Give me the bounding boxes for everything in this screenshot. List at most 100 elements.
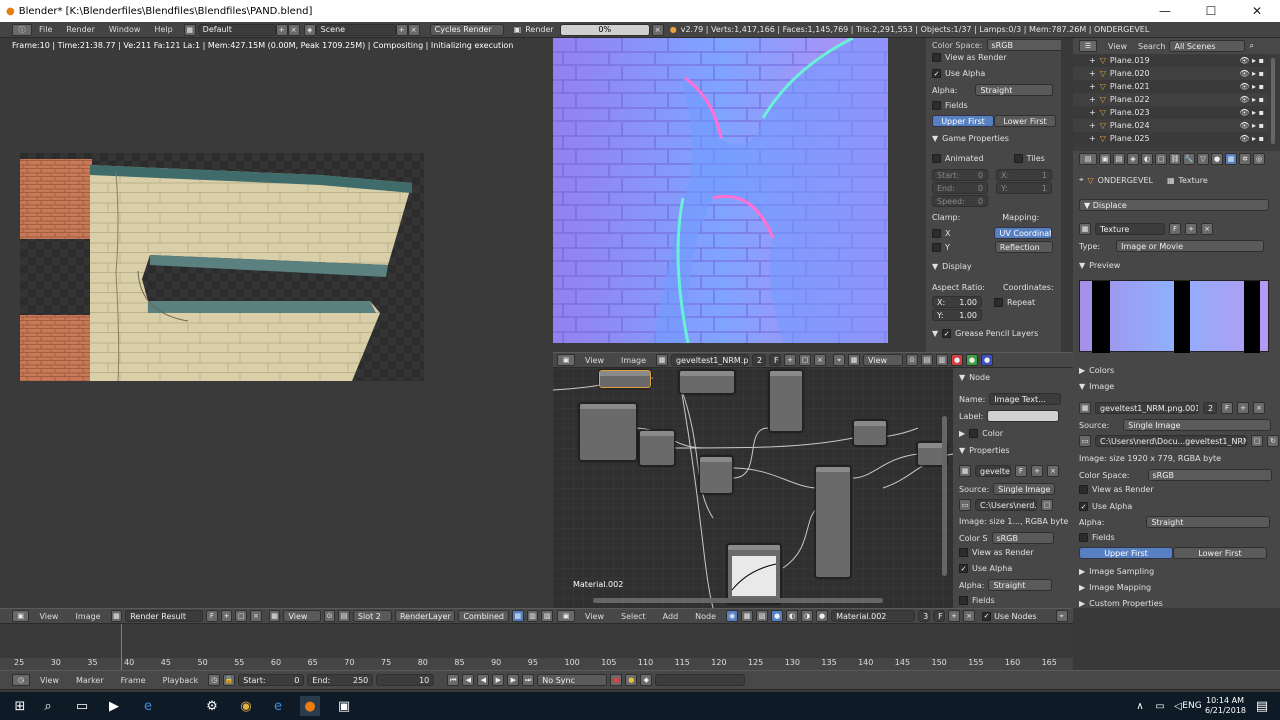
fields-checkbox[interactable]: [932, 101, 941, 110]
expand-arrow-icon[interactable]: ▶: [1079, 583, 1085, 592]
display-mode-select[interactable]: All Scenes: [1169, 40, 1246, 52]
unlink-image-icon[interactable]: ×: [1253, 402, 1265, 414]
fields-checkbox[interactable]: [1079, 533, 1088, 542]
image-name-field[interactable]: geveltest1_NRM.png.001: [1095, 402, 1199, 414]
end-field[interactable]: End: 0: [932, 182, 988, 194]
outliner-item[interactable]: + ▽ Plane.019 👁 ▸ ▪: [1073, 54, 1268, 67]
layout-grid-icon[interactable]: ▦: [183, 23, 196, 36]
edge-icon[interactable]: e: [138, 696, 158, 716]
jump-end-icon[interactable]: ⏭: [522, 674, 535, 686]
search-icon[interactable]: ⌕: [1249, 41, 1253, 51]
color-space-select[interactable]: sRGB: [986, 39, 1061, 51]
material-name-field[interactable]: Material.002: [831, 610, 916, 622]
start-frame-field[interactable]: Start: 0: [238, 674, 305, 686]
menu-window[interactable]: Window: [102, 25, 148, 34]
z-buffer-icon[interactable]: ▧: [541, 610, 554, 622]
fake-user-button[interactable]: F: [1169, 223, 1181, 235]
keying-set-field[interactable]: [655, 674, 746, 686]
alpha-icon[interactable]: ▥: [526, 610, 539, 622]
object-tab-icon[interactable]: ▢: [1155, 153, 1167, 165]
settings-icon[interactable]: ⚙: [202, 696, 222, 716]
expand-arrow-icon[interactable]: ▶: [1079, 366, 1085, 375]
tiles-checkbox[interactable]: [1013, 154, 1023, 163]
outliner-item[interactable]: + ▽ Plane.022 👁 ▸ ▪: [1073, 93, 1268, 106]
visibility-icons[interactable]: 👁 ▸ ▪: [1239, 134, 1264, 143]
record-icon[interactable]: ●: [610, 674, 623, 686]
shader-nodes-icon[interactable]: ◉: [726, 610, 739, 622]
tiles-x-field[interactable]: X: 1: [996, 169, 1052, 181]
render-tab-icon[interactable]: ▣: [1099, 153, 1111, 165]
layout-selector[interactable]: Default: [197, 23, 276, 36]
speed-field[interactable]: Speed: 0: [932, 195, 988, 207]
pivot-icon[interactable]: ⊙: [906, 354, 919, 366]
cancel-render-icon[interactable]: ×: [651, 23, 664, 36]
expand-icon[interactable]: +: [1089, 82, 1096, 91]
expand-arrow-icon[interactable]: ▶: [1079, 599, 1085, 608]
menu-node[interactable]: Node: [688, 612, 723, 621]
image-filepath-field[interactable]: C:\Users\nerd\Docu...geveltest1_NRM.png: [1095, 435, 1247, 447]
fake-user-button[interactable]: F: [769, 354, 782, 366]
fields-checkbox[interactable]: [959, 596, 968, 605]
menu-frame[interactable]: Frame: [114, 676, 153, 685]
scene-selector[interactable]: Scene: [315, 23, 396, 36]
display-channels-icon[interactable]: ▤: [921, 354, 934, 366]
unlink-material-icon[interactable]: ×: [963, 610, 976, 622]
new-material-icon[interactable]: +: [948, 610, 961, 622]
fake-user-icon[interactable]: F: [1015, 465, 1027, 477]
chrome-icon[interactable]: ◉: [236, 696, 256, 716]
editor-type-icon[interactable]: ⓘ: [12, 23, 32, 36]
node[interactable]: [699, 456, 733, 494]
outliner[interactable]: ☰ View Search All Scenes ⌕ + ▽ Plane.019 👁 …: [1073, 38, 1280, 151]
open-image-icon[interactable]: ▢: [799, 354, 812, 366]
node-filepath-field[interactable]: C:\Users\nerd...: [975, 499, 1037, 511]
image-mapping-header[interactable]: Image Mapping: [1089, 583, 1151, 592]
menu-render[interactable]: Render: [59, 25, 101, 34]
menu-file[interactable]: File: [32, 25, 59, 34]
visibility-icons[interactable]: 👁 ▸ ▪: [1239, 56, 1264, 65]
visibility-icons[interactable]: 👁 ▸ ▪: [1239, 121, 1264, 130]
menu-image[interactable]: Image: [614, 356, 653, 365]
internet-explorer-icon[interactable]: e: [268, 696, 288, 716]
use-alpha-checkbox[interactable]: ✓: [959, 564, 968, 573]
pivot-icon[interactable]: ⊙: [323, 610, 336, 622]
properties-panel-header[interactable]: Properties: [969, 446, 1009, 455]
editor-type-icon[interactable]: ▣: [557, 354, 575, 366]
outliner-item[interactable]: + ▽ Plane.025 👁 ▸ ▪: [1073, 132, 1268, 145]
node-editor-canvas[interactable]: Material.002: [553, 368, 953, 608]
render-view[interactable]: Frame:10 | Time:21:38.77 | Ve:211 Fa:121…: [0, 38, 553, 608]
layout-remove-icon[interactable]: ×: [287, 23, 300, 36]
image-browse-icon[interactable]: ▦: [959, 465, 971, 477]
expand-arrow-icon[interactable]: ▶: [1079, 567, 1085, 576]
color-checkbox[interactable]: [969, 429, 979, 438]
node[interactable]: [853, 420, 887, 446]
upper-first-button[interactable]: Upper First: [1079, 547, 1173, 559]
display-header[interactable]: Display: [942, 262, 972, 271]
aspect-y-field[interactable]: Y: 1.00: [932, 309, 982, 321]
tiles-y-field[interactable]: Y: 1: [996, 182, 1052, 194]
expand-icon[interactable]: +: [1089, 134, 1096, 143]
aspect-x-field[interactable]: X: 1.00: [932, 296, 982, 308]
outliner-item[interactable]: + ▽ Plane.020 👁 ▸ ▪: [1073, 67, 1268, 80]
image-browse-icon[interactable]: ▦: [1079, 402, 1091, 414]
render-result-field[interactable]: Render Result: [125, 610, 203, 622]
view-as-render-checkbox[interactable]: [932, 53, 941, 62]
world-shader-icon[interactable]: ◐: [786, 610, 799, 622]
preview-panel-header[interactable]: Preview: [1089, 261, 1120, 270]
channels-icon[interactable]: ▦: [511, 610, 524, 622]
pin-icon[interactable]: ⌖: [1079, 175, 1084, 185]
lock-icon[interactable]: 🔒: [223, 674, 236, 686]
tray-expand-icon[interactable]: ∧: [1130, 696, 1150, 716]
outliner-item[interactable]: + ▽ Plane.024 👁 ▸ ▪: [1073, 119, 1268, 132]
folder-icon[interactable]: ▭: [959, 499, 971, 511]
collapse-arrow-icon[interactable]: ▼: [932, 262, 938, 271]
outliner-scrollbar[interactable]: [1271, 58, 1275, 144]
close-button[interactable]: ✕: [1234, 0, 1280, 22]
unlink-image-icon[interactable]: ×: [814, 354, 827, 366]
network-icon[interactable]: ▭: [1150, 696, 1170, 716]
app-window-icon[interactable]: ▣: [334, 696, 354, 716]
editor-type-icon[interactable]: ◷: [12, 674, 30, 686]
view-mode-icon[interactable]: ▦: [848, 354, 861, 366]
node-name-field[interactable]: Image Text...: [989, 393, 1062, 405]
expand-icon[interactable]: +: [1089, 108, 1096, 117]
menu-search[interactable]: Search: [1138, 42, 1165, 51]
